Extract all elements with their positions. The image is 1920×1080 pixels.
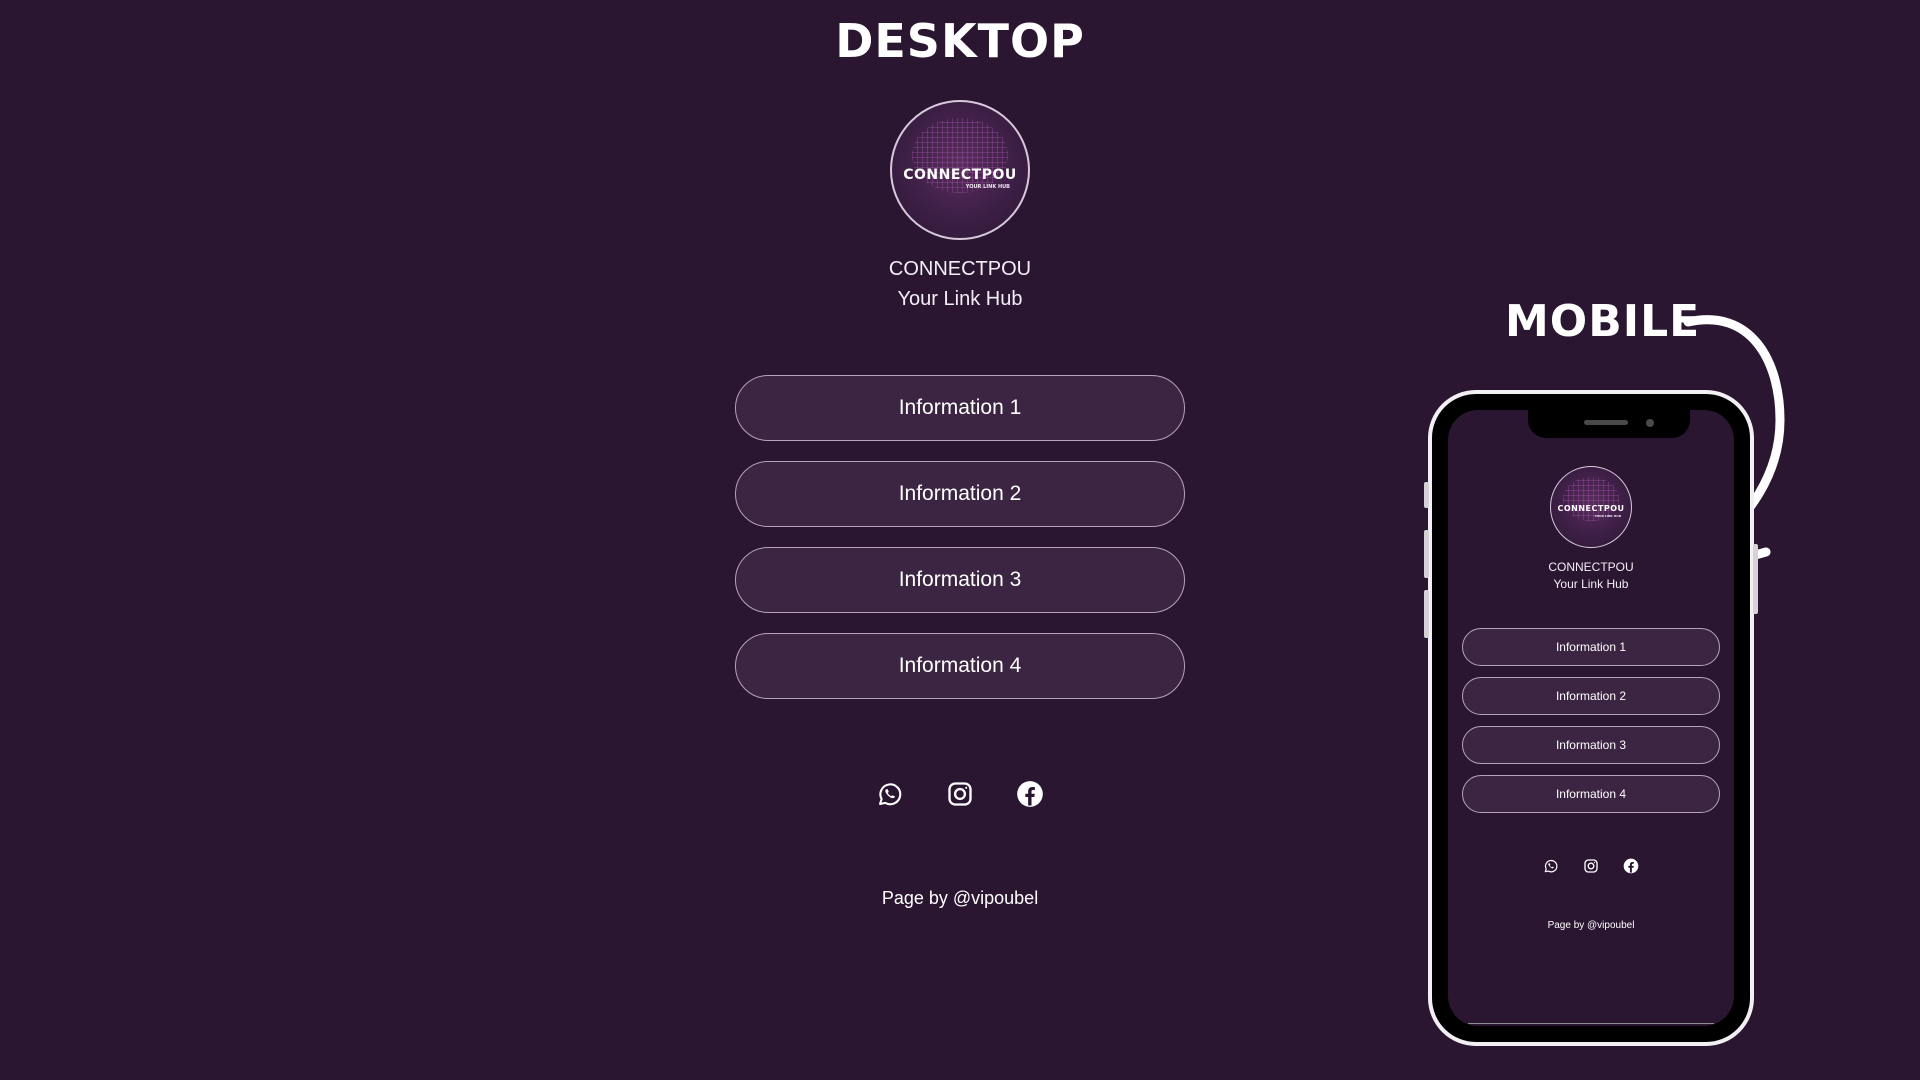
facebook-icon[interactable] (1623, 858, 1639, 874)
mobile-page-footer: Page by @vipoubel (1547, 920, 1635, 931)
mobile-link-button-information-4[interactable]: Information 4 (1462, 775, 1720, 813)
mobile-heading: MOBILE (1505, 296, 1701, 347)
profile-name: CONNECTPOU (888, 258, 1032, 280)
phone-speaker (1584, 420, 1628, 425)
mobile-profile-avatar: CONNECTPOU YOUR LINK HUB (1550, 466, 1632, 548)
profile-tagline: Your Link Hub (897, 288, 1023, 310)
phone-notch (1528, 410, 1690, 438)
mobile-link-button-information-1[interactable]: Information 1 (1462, 628, 1720, 666)
page-footer: Page by @vipoubel (881, 888, 1039, 908)
mobile-logo-title: CONNECTPOU (1557, 504, 1625, 513)
mobile-profile-tagline: Your Link Hub (1553, 577, 1629, 591)
link-button-information-2[interactable]: Information 2 (735, 461, 1185, 527)
whatsapp-icon[interactable] (876, 780, 904, 808)
facebook-icon[interactable] (1016, 780, 1044, 808)
mobile-logo-subtitle: YOUR LINK HUB (1594, 514, 1621, 518)
link-button-information-1[interactable]: Information 1 (735, 375, 1185, 441)
link-button-information-3[interactable]: Information 3 (735, 547, 1185, 613)
whatsapp-icon[interactable] (1543, 858, 1559, 874)
phone-side-button (1424, 530, 1429, 578)
instagram-icon[interactable] (1583, 858, 1599, 874)
phone-side-button (1424, 590, 1429, 638)
mobile-profile-name: CONNECTPOU (1548, 560, 1634, 574)
phone-mockup: CONNECTPOU YOUR LINK HUB CONNECTPOU Your… (1424, 390, 1758, 1046)
logo-subtitle: YOUR LINK HUB (965, 184, 1010, 190)
link-button-information-4[interactable]: Information 4 (735, 633, 1185, 699)
phone-camera (1646, 419, 1654, 427)
mobile-link-button-information-3[interactable]: Information 3 (1462, 726, 1720, 764)
desktop-heading-text: DESKTOP (835, 14, 1085, 68)
instagram-icon[interactable] (946, 780, 974, 808)
mobile-link-button-information-2[interactable]: Information 2 (1462, 677, 1720, 715)
home-indicator (1468, 1023, 1714, 1024)
phone-screen: CONNECTPOU YOUR LINK HUB CONNECTPOU Your… (1448, 410, 1734, 1026)
phone-side-button (1753, 544, 1758, 614)
desktop-heading: DESKTOP (0, 14, 1920, 68)
profile-avatar: CONNECTPOU YOUR LINK HUB (890, 100, 1030, 240)
phone-side-button (1424, 482, 1429, 508)
logo-title: CONNECTPOU (903, 167, 1017, 183)
